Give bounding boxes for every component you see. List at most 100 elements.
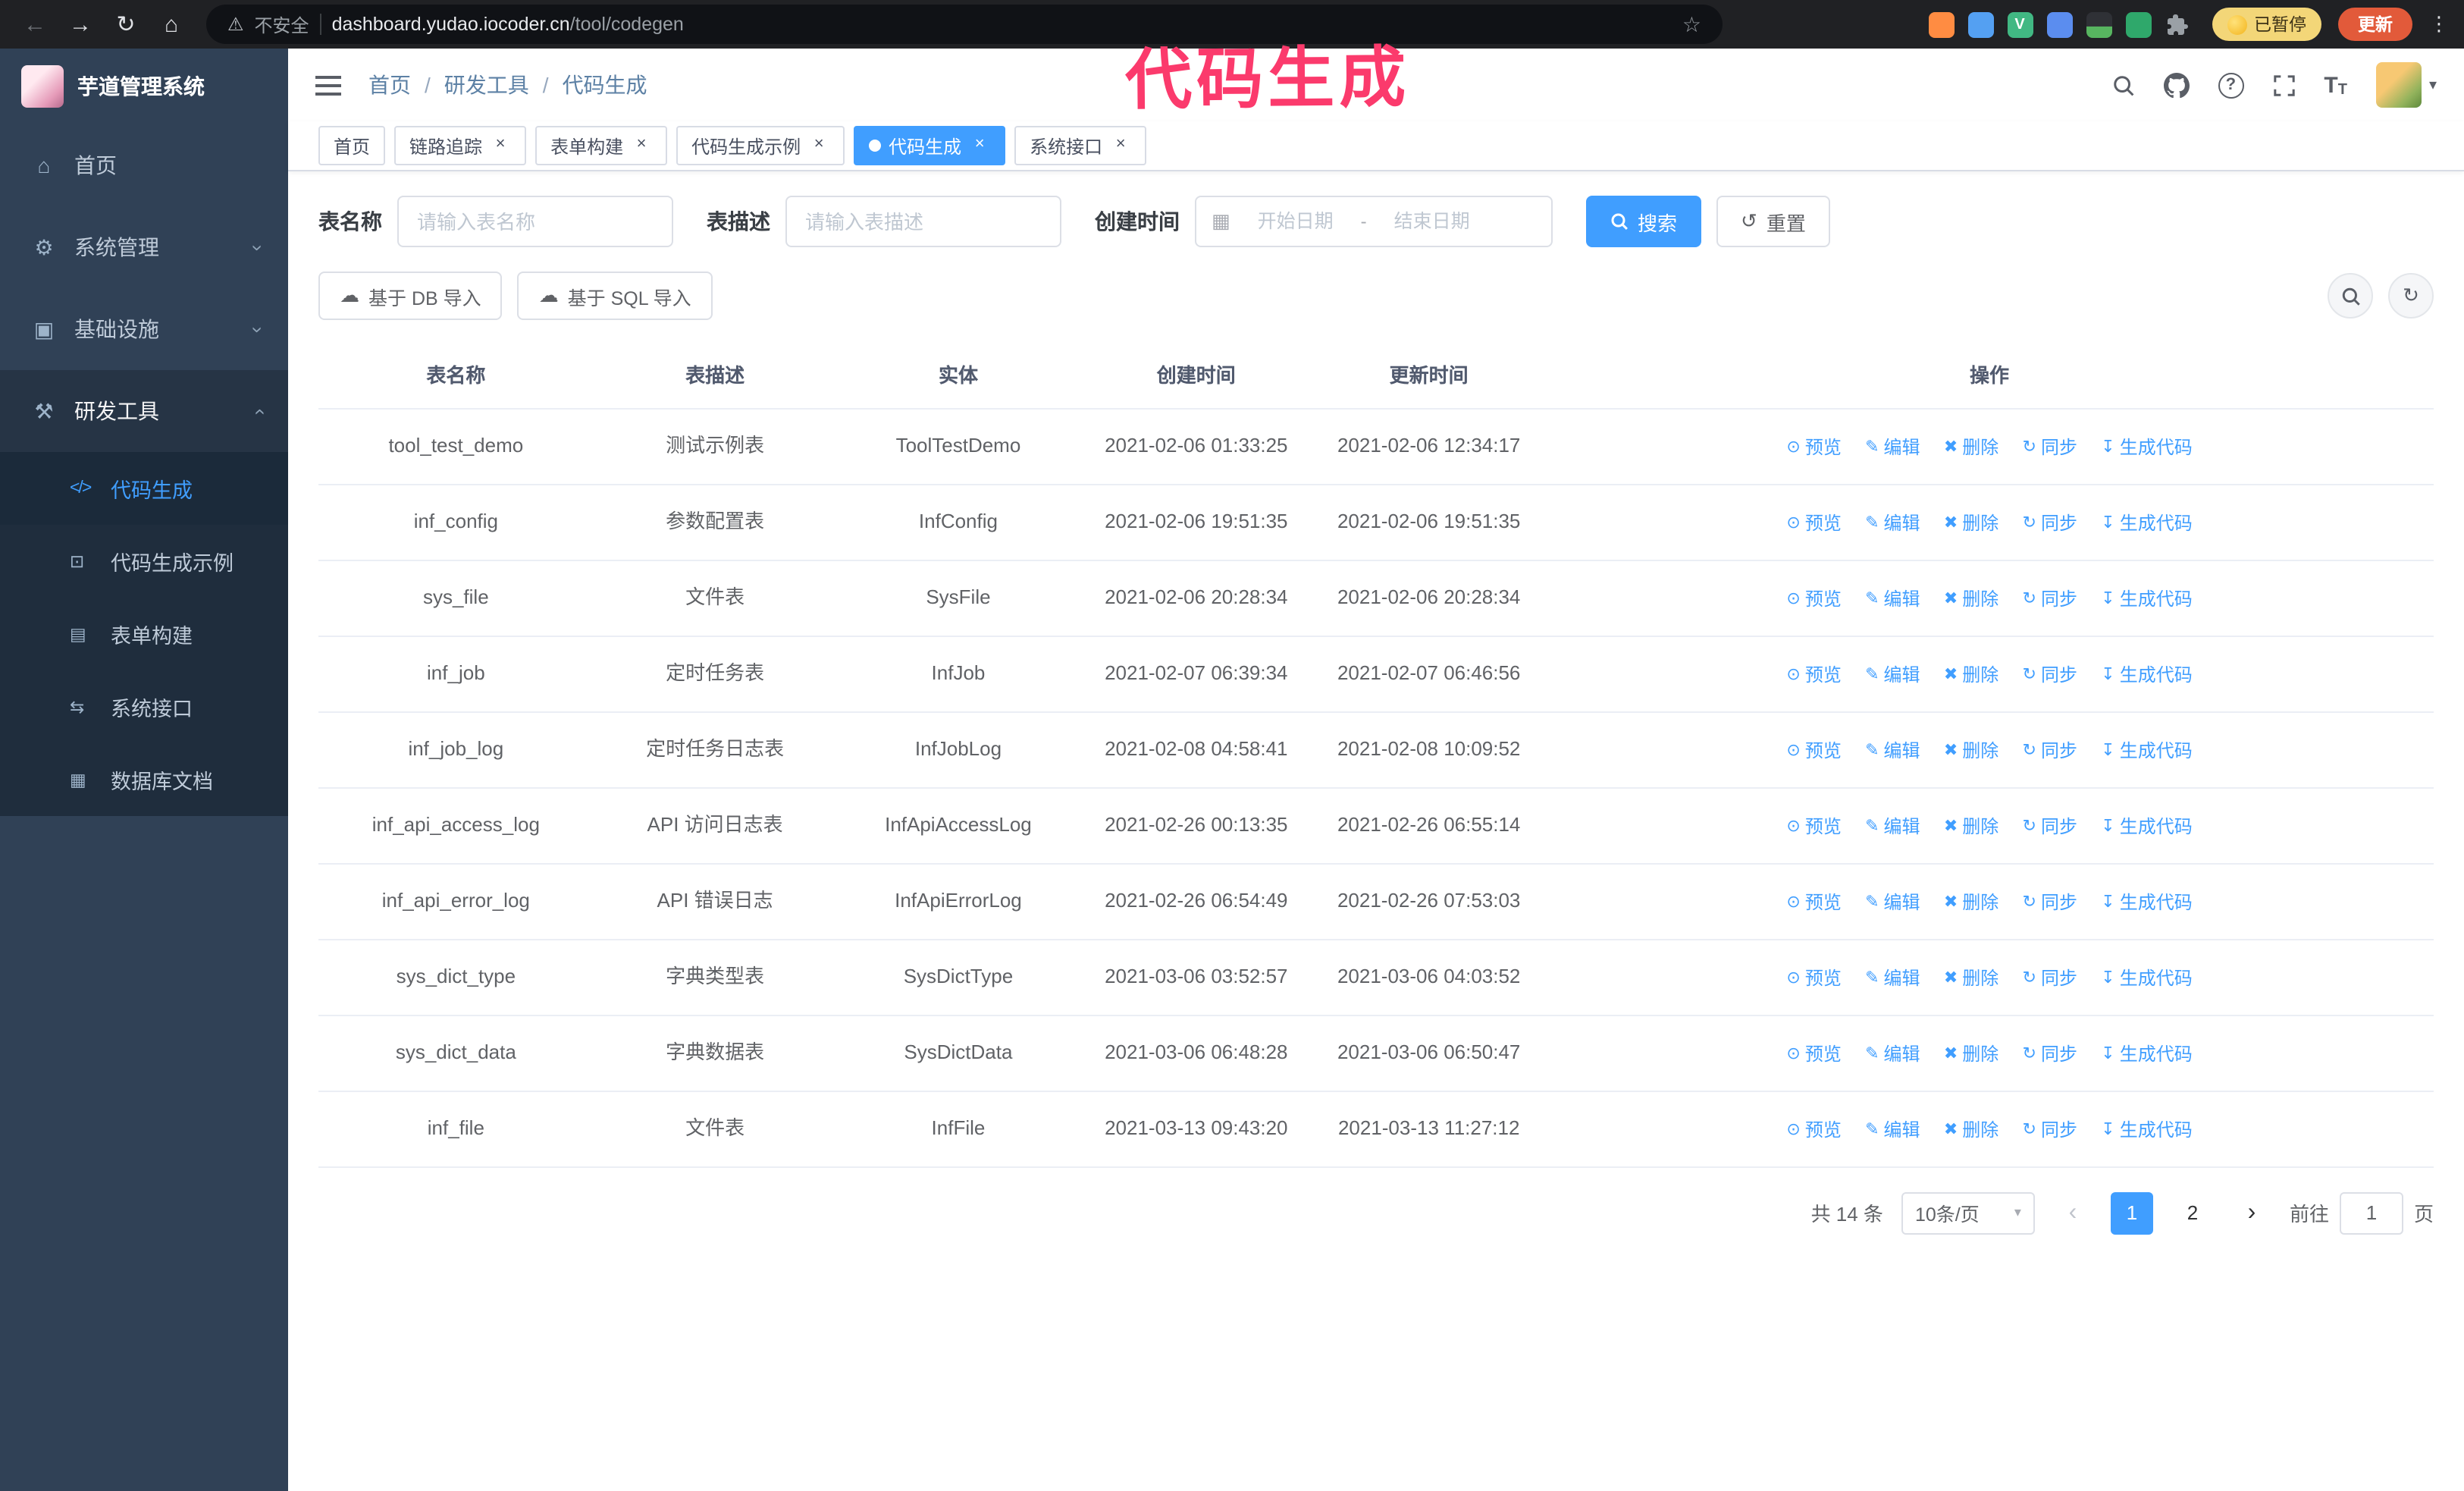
tab[interactable]: 系统接口 × [1014, 126, 1147, 165]
preview-link[interactable]: ⊙ 预览 [1786, 661, 1841, 688]
user-menu[interactable]: ▾ [2375, 62, 2437, 108]
profile-paused-badge[interactable]: 已暂停 [2212, 8, 2321, 41]
edit-link[interactable]: ✎ 编辑 [1865, 812, 1920, 840]
edit-link[interactable]: ✎ 编辑 [1865, 888, 1920, 915]
vue-devtools-icon[interactable]: V [2007, 11, 2033, 37]
sync-link[interactable]: ↻ 同步 [2023, 812, 2077, 840]
preview-link[interactable]: ⊙ 预览 [1786, 812, 1841, 840]
tab[interactable]: 代码生成 × [854, 126, 1006, 165]
prev-page-button[interactable]: ‹ [2053, 1191, 2093, 1234]
sync-link[interactable]: ↻ 同步 [2023, 509, 2077, 536]
tab[interactable]: 代码生成示例 × [676, 126, 845, 165]
sidebar-item[interactable]: ▣ 基础设施 › [0, 288, 288, 370]
generate-code-link[interactable]: ↧ 生成代码 [2101, 964, 2192, 991]
edit-link[interactable]: ✎ 编辑 [1865, 509, 1920, 536]
extensions-puzzle-icon[interactable] [2165, 11, 2190, 37]
sidebar-subitem[interactable]: ▤ 表单构建 [0, 598, 288, 670]
preview-link[interactable]: ⊙ 预览 [1786, 585, 1841, 612]
import-db-button[interactable]: ☁ 基于 DB 导入 [318, 272, 503, 320]
tab-close-icon[interactable]: × [490, 135, 511, 156]
sync-link[interactable]: ↻ 同步 [2023, 1040, 2077, 1067]
sync-link[interactable]: ↻ 同步 [2023, 585, 2077, 612]
tab-close-icon[interactable]: × [808, 135, 829, 156]
sidebar-item[interactable]: ⚒ 研发工具 › [0, 370, 288, 452]
delete-link[interactable]: ✖ 删除 [1944, 1116, 1998, 1143]
delete-link[interactable]: ✖ 删除 [1944, 585, 1998, 612]
extension-icon-green[interactable] [2125, 11, 2151, 37]
generate-code-link[interactable]: ↧ 生成代码 [2101, 1040, 2192, 1067]
address-bar[interactable]: ⚠ 不安全 dashboard.yudao.iocoder.cn/tool/co… [206, 5, 1723, 44]
generate-code-link[interactable]: ↧ 生成代码 [2101, 661, 2192, 688]
security-warning-label[interactable]: 不安全 [255, 11, 309, 37]
bookmark-star-icon[interactable]: ☆ [1682, 11, 1701, 37]
extension-icon-drop[interactable] [1967, 11, 1993, 37]
generate-code-link[interactable]: ↧ 生成代码 [2101, 509, 2192, 536]
delete-link[interactable]: ✖ 删除 [1944, 1040, 1998, 1067]
end-date-input[interactable] [1372, 211, 1491, 232]
search-button[interactable]: 搜索 [1586, 196, 1702, 247]
import-sql-button[interactable]: ☁ 基于 SQL 导入 [517, 272, 713, 320]
preview-link[interactable]: ⊙ 预览 [1786, 1116, 1841, 1143]
tab-close-icon[interactable]: × [631, 135, 652, 156]
page-number-button[interactable]: 2 [2171, 1191, 2214, 1234]
chrome-update-button[interactable]: 更新 [2338, 8, 2412, 41]
extension-icon-screenshot[interactable] [2086, 11, 2111, 37]
generate-code-link[interactable]: ↧ 生成代码 [2101, 736, 2192, 764]
reset-button[interactable]: ↺ 重置 [1716, 196, 1830, 247]
preview-link[interactable]: ⊙ 预览 [1786, 1040, 1841, 1067]
sync-link[interactable]: ↻ 同步 [2023, 1116, 2077, 1143]
breadcrumb-item[interactable]: / 研发工具 [411, 70, 529, 100]
delete-link[interactable]: ✖ 删除 [1944, 433, 1998, 460]
sidebar-subitem[interactable]: </> 代码生成 [0, 452, 288, 525]
tab-close-icon[interactable]: × [1110, 135, 1131, 156]
tab[interactable]: 链路追踪 × [394, 126, 527, 165]
back-icon[interactable]: ← [15, 11, 55, 37]
page-number-button[interactable]: 1 [2110, 1191, 2153, 1234]
preview-link[interactable]: ⊙ 预览 [1786, 433, 1841, 460]
breadcrumb-item[interactable]: / 代码生成 [529, 70, 647, 100]
start-date-input[interactable] [1236, 211, 1355, 232]
sync-link[interactable]: ↻ 同步 [2023, 888, 2077, 915]
font-size-icon[interactable]: TT [2324, 72, 2347, 98]
generate-code-link[interactable]: ↧ 生成代码 [2101, 433, 2192, 460]
edit-link[interactable]: ✎ 编辑 [1865, 585, 1920, 612]
breadcrumb-item[interactable]: / 首页 [368, 70, 411, 100]
preview-link[interactable]: ⊙ 预览 [1786, 736, 1841, 764]
edit-link[interactable]: ✎ 编辑 [1865, 1116, 1920, 1143]
sync-link[interactable]: ↻ 同步 [2023, 433, 2077, 460]
extension-icon-orange[interactable] [1928, 11, 1954, 37]
next-page-button[interactable]: › [2232, 1191, 2271, 1234]
delete-link[interactable]: ✖ 删除 [1944, 964, 1998, 991]
sidebar-subitem[interactable]: ▦ 数据库文档 [0, 743, 288, 816]
sidebar-subitem[interactable]: ⊡ 代码生成示例 [0, 525, 288, 598]
preview-link[interactable]: ⊙ 预览 [1786, 509, 1841, 536]
tab[interactable]: 首页 × [318, 126, 386, 165]
sidebar-subitem[interactable]: ⇆ 系统接口 [0, 670, 288, 743]
edit-link[interactable]: ✎ 编辑 [1865, 964, 1920, 991]
sidebar-item[interactable]: ⚙ 系统管理 › [0, 206, 288, 288]
edit-link[interactable]: ✎ 编辑 [1865, 736, 1920, 764]
delete-link[interactable]: ✖ 删除 [1944, 888, 1998, 915]
goto-page-input[interactable] [2339, 1191, 2403, 1234]
forward-icon[interactable]: → [61, 11, 100, 37]
browser-home-icon[interactable]: ⌂ [152, 11, 191, 37]
github-icon[interactable] [2163, 72, 2190, 98]
generate-code-link[interactable]: ↧ 生成代码 [2101, 585, 2192, 612]
tab-close-icon[interactable]: × [969, 135, 990, 156]
delete-link[interactable]: ✖ 删除 [1944, 661, 1998, 688]
generate-code-link[interactable]: ↧ 生成代码 [2101, 888, 2192, 915]
edit-link[interactable]: ✎ 编辑 [1865, 661, 1920, 688]
generate-code-link[interactable]: ↧ 生成代码 [2101, 812, 2192, 840]
edit-link[interactable]: ✎ 编辑 [1865, 1040, 1920, 1067]
fullscreen-icon[interactable] [2272, 74, 2295, 96]
sync-link[interactable]: ↻ 同步 [2023, 661, 2077, 688]
table-name-input[interactable] [397, 196, 673, 247]
sidebar-collapse-icon[interactable] [315, 75, 341, 95]
reload-icon[interactable]: ↻ [106, 11, 146, 38]
app-logo[interactable]: 芋道管理系统 [0, 49, 288, 124]
sidebar-item[interactable]: ⌂ 首页 › [0, 124, 288, 206]
toggle-search-button[interactable] [2328, 273, 2373, 319]
preview-link[interactable]: ⊙ 预览 [1786, 964, 1841, 991]
tab[interactable]: 表单构建 × [535, 126, 668, 165]
date-range-picker[interactable]: ▦ - [1195, 196, 1553, 247]
